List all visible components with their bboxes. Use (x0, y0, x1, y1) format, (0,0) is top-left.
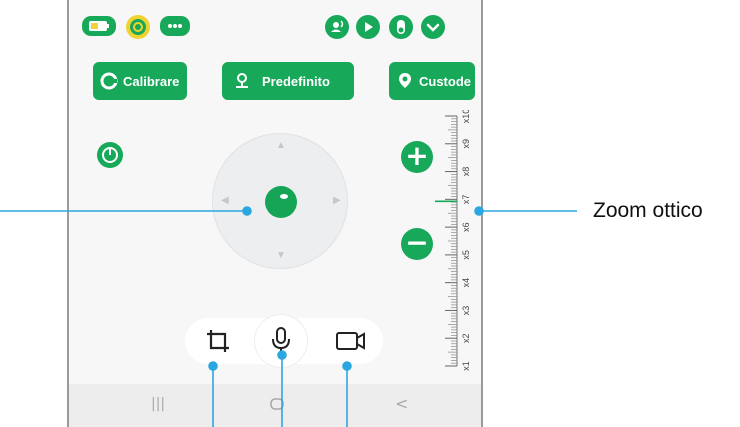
video-callout-dot (342, 361, 352, 371)
crop-callout-dot (208, 361, 218, 371)
joystick-callout-dot (242, 206, 252, 216)
zoom-callout-label: Zoom ottico (593, 199, 703, 222)
mic-callout-dot (277, 350, 287, 360)
zoom-callout-dot (474, 206, 484, 216)
